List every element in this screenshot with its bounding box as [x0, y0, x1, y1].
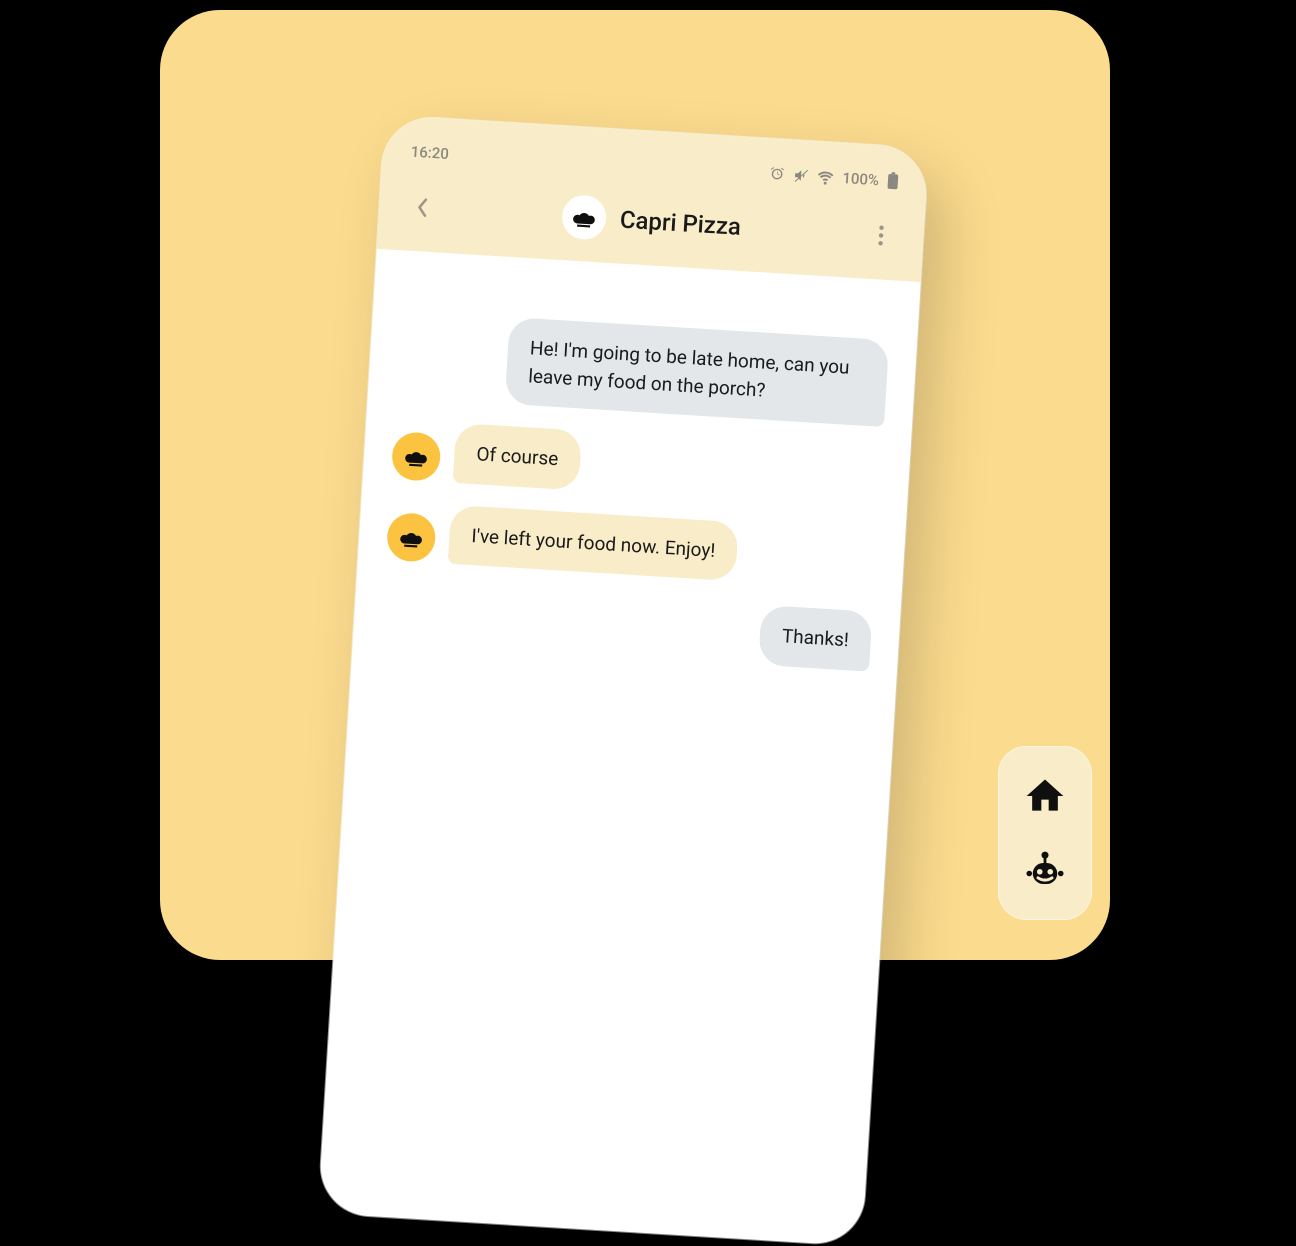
message-bubble-outgoing[interactable]: He! I'm going to be late home, can you l… — [505, 317, 890, 427]
chevron-left-icon — [415, 197, 430, 218]
bot-button[interactable] — [1020, 845, 1070, 895]
chef-hat-icon — [402, 442, 430, 470]
floating-nav-panel — [998, 746, 1092, 920]
mute-icon — [793, 167, 810, 184]
message-row: I've left your food now. Enjoy! — [386, 501, 878, 590]
status-time: 16:20 — [410, 143, 449, 163]
back-button[interactable] — [407, 192, 439, 224]
sender-avatar — [391, 431, 442, 482]
more-vertical-icon — [877, 225, 883, 245]
phone-mockup: 16:20 100% — [318, 115, 929, 1246]
message-row: He! I'm going to be late home, can you l… — [396, 310, 889, 427]
more-button[interactable] — [865, 220, 897, 252]
message-row: Of course — [391, 419, 883, 508]
chat-title-wrap: Capri Pizza — [436, 186, 867, 256]
home-button[interactable] — [1020, 771, 1070, 821]
chat-body: He! I'm going to be late home, can you l… — [352, 249, 921, 693]
alarm-icon — [769, 166, 786, 183]
message-bubble-outgoing[interactable]: Thanks! — [758, 605, 872, 671]
battery-percent: 100% — [842, 169, 880, 189]
message-bubble-incoming[interactable]: Of course — [453, 423, 582, 490]
robot-icon — [1024, 849, 1066, 891]
chef-hat-icon — [570, 204, 598, 232]
battery-icon — [886, 172, 899, 191]
wifi-icon — [817, 168, 835, 186]
chef-hat-icon — [397, 524, 425, 552]
home-icon — [1023, 774, 1067, 818]
message-row: Thanks! — [381, 582, 873, 671]
header-avatar — [561, 194, 608, 241]
chat-title: Capri Pizza — [619, 206, 742, 241]
message-bubble-incoming[interactable]: I've left your food now. Enjoy! — [448, 504, 739, 581]
status-icons: 100% — [769, 165, 899, 191]
sender-avatar — [386, 512, 437, 563]
